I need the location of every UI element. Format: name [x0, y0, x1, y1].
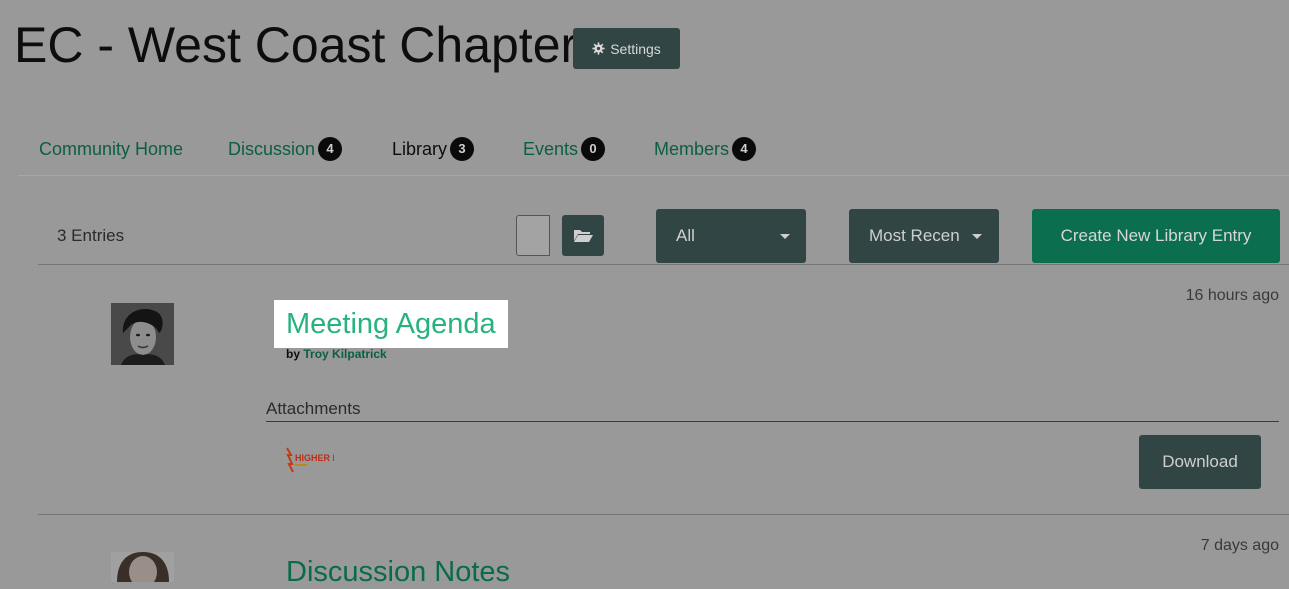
entry-title: Meeting Agenda: [286, 307, 496, 340]
settings-button[interactable]: Settings: [573, 28, 680, 69]
tab-count-badge: 3: [450, 137, 475, 161]
tab-label: Events: [523, 139, 579, 159]
toolbar-divider: [38, 264, 1289, 265]
page-title: EC - West Coast Chapter: [14, 17, 578, 73]
tab-label: Members: [654, 139, 730, 159]
tab-community-home[interactable]: Community Home: [39, 134, 183, 164]
folder-view-button[interactable]: [562, 215, 604, 256]
tabs-divider: [18, 175, 1289, 176]
avatar[interactable]: [111, 303, 174, 365]
author-link[interactable]: Troy Kilpatrick: [303, 347, 386, 361]
sort-dropdown[interactable]: Most Recen: [849, 209, 999, 263]
create-library-entry-button[interactable]: Create New Library Entry: [1032, 209, 1280, 263]
entry-timestamp: 7 days ago: [1200, 537, 1279, 554]
chevron-down-icon: [780, 234, 790, 239]
download-button[interactable]: Download: [1139, 435, 1261, 489]
tab-count-badge: 4: [732, 137, 757, 161]
entry-divider: [38, 514, 1289, 515]
attachments-heading: Attachments: [266, 399, 361, 418]
entry-byline: by Troy Kilpatrick: [286, 347, 387, 361]
chevron-down-icon: [972, 234, 982, 239]
settings-label: Settings: [610, 40, 661, 57]
tab-library[interactable]: Library 3: [392, 134, 475, 164]
tab-count-badge: 4: [318, 137, 343, 161]
tab-label: Community Home: [39, 139, 184, 159]
filter-dropdown[interactable]: All: [656, 209, 806, 263]
folder-open-icon: [574, 230, 593, 242]
sort-value: Most Recen: [869, 226, 960, 245]
entries-count: 3 Entries: [57, 226, 125, 245]
tab-count-badge: 0: [581, 137, 606, 161]
list-view-toggle[interactable]: [516, 215, 550, 256]
entry-title-link[interactable]: Meeting Agenda: [274, 300, 508, 348]
entry-timestamp: 16 hours ago: [1185, 287, 1279, 304]
tab-discussion[interactable]: Discussion 4: [228, 134, 343, 164]
tab-label: Library: [392, 139, 448, 159]
entry-title-link[interactable]: Discussion Notes: [286, 556, 510, 589]
attachments-divider: [266, 421, 1279, 422]
tab-members[interactable]: Members 4: [654, 134, 757, 164]
tab-events[interactable]: Events 0: [523, 134, 606, 164]
tab-label: Discussion: [228, 139, 316, 159]
gear-icon: [592, 42, 605, 55]
byline-prefix: by: [286, 347, 301, 361]
attachment-thumbnail[interactable]: HIGHER LOGIC: [284, 446, 362, 474]
svg-text:HIGHER LOGIC: HIGHER LOGIC: [295, 453, 334, 463]
filter-value: All: [676, 226, 695, 245]
community-tabs: Community Home Discussion 4 Library 3 Ev…: [0, 134, 1289, 164]
higher-logic-logo: HIGHER LOGIC: [286, 447, 362, 473]
